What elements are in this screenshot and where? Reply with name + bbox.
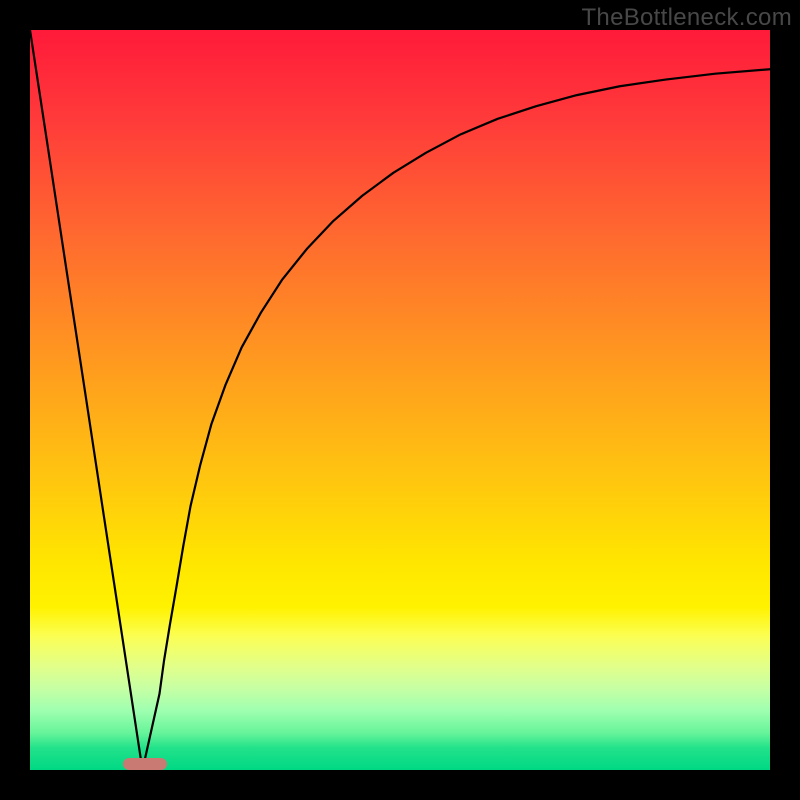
plot-area [30,30,770,770]
bottleneck-curve [30,30,770,770]
optimal-marker [123,758,167,770]
watermark-text: TheBottleneck.com [581,4,792,32]
chart-frame: TheBottleneck.com [0,0,800,800]
